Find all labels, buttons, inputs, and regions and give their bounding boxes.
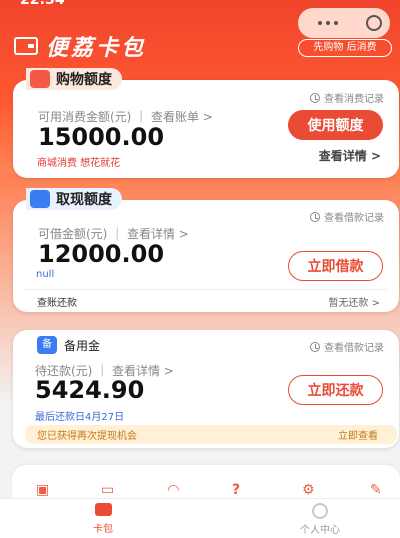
nav-home[interactable]: 卡包 <box>48 499 158 538</box>
brand: 便荔卡包 <box>14 30 146 62</box>
reserve-title: 备用金 <box>64 339 101 353</box>
card-icon[interactable]: ▭ <box>101 482 114 498</box>
cash-tag-label: 取现额度 <box>56 192 112 208</box>
repay-now-button[interactable]: 立即还款 <box>288 375 383 405</box>
edit-icon[interactable]: ✎ <box>370 482 382 498</box>
more-icon[interactable] <box>318 21 322 25</box>
notice-banner[interactable]: 您已获得再次提现机会 立即查看 <box>25 425 397 444</box>
clock-icon <box>310 211 320 222</box>
app-title: 便荔卡包 <box>46 36 147 61</box>
cart-icon[interactable]: ▣ <box>36 482 49 498</box>
user-icon <box>312 502 328 519</box>
shopping-tag-label: 购物额度 <box>56 72 112 88</box>
notice-text: 您已获得再次提现机会 <box>37 431 137 442</box>
nav-profile[interactable]: 个人中心 <box>265 499 375 538</box>
brand-slogan: 先购物 后消费 <box>298 39 392 57</box>
cash-tag: 取现额度 <box>26 188 122 210</box>
shopping-amount: 15000.00 <box>38 123 165 151</box>
bottom-navigation: 卡包 个人中心 <box>0 498 400 538</box>
no-repayment-link[interactable]: 暂无还款 > <box>328 294 380 309</box>
use-limit-button[interactable]: 使用额度 <box>288 110 383 140</box>
headset-icon[interactable]: ◠ <box>168 482 179 498</box>
loan-record-text[interactable]: 查看借款记录 <box>324 209 384 224</box>
shopping-sub: 商城消费 想花就花 <box>37 158 121 169</box>
reserve-icon: 备 <box>37 336 57 354</box>
clock-icon <box>310 341 320 352</box>
last-repay-date: 最后还款日4月27日 <box>35 412 125 423</box>
borrow-now-button[interactable]: 立即借款 <box>288 251 383 281</box>
mini-program-capsule[interactable] <box>298 8 390 38</box>
nav-home-label[interactable]: 卡包 <box>93 520 113 535</box>
consumption-record-link[interactable]: 查看消费记录 <box>310 90 384 105</box>
nav-profile-label[interactable]: 个人中心 <box>300 521 340 536</box>
notice-action[interactable]: 立即查看 <box>338 427 378 442</box>
bag-icon <box>30 70 50 88</box>
reserve-record-text[interactable]: 查看借款记录 <box>324 339 384 354</box>
check-repayment-link[interactable]: 查账还款 <box>37 294 77 309</box>
close-icon[interactable] <box>366 15 382 31</box>
cash-icon <box>30 190 50 208</box>
status-time: 22:34 <box>20 0 65 8</box>
view-details-link[interactable]: 查看详情 > <box>319 147 381 164</box>
shopping-tag: 购物额度 <box>26 68 122 90</box>
reserve-record-link[interactable]: 查看借款记录 <box>310 339 384 354</box>
clock-icon <box>310 92 320 103</box>
wallet-icon <box>14 37 38 55</box>
consumption-record-text[interactable]: 查看消费记录 <box>324 90 384 105</box>
gear-icon[interactable]: ⚙ <box>302 482 315 498</box>
cash-amount: 12000.00 <box>38 240 165 268</box>
wallet-icon <box>94 503 112 516</box>
loan-record-link[interactable]: 查看借款记录 <box>310 209 384 224</box>
question-icon[interactable]: ? <box>232 482 240 498</box>
reserve-amount: 5424.90 <box>35 376 145 404</box>
cash-divider <box>24 289 387 290</box>
cash-sub: null <box>36 269 55 280</box>
